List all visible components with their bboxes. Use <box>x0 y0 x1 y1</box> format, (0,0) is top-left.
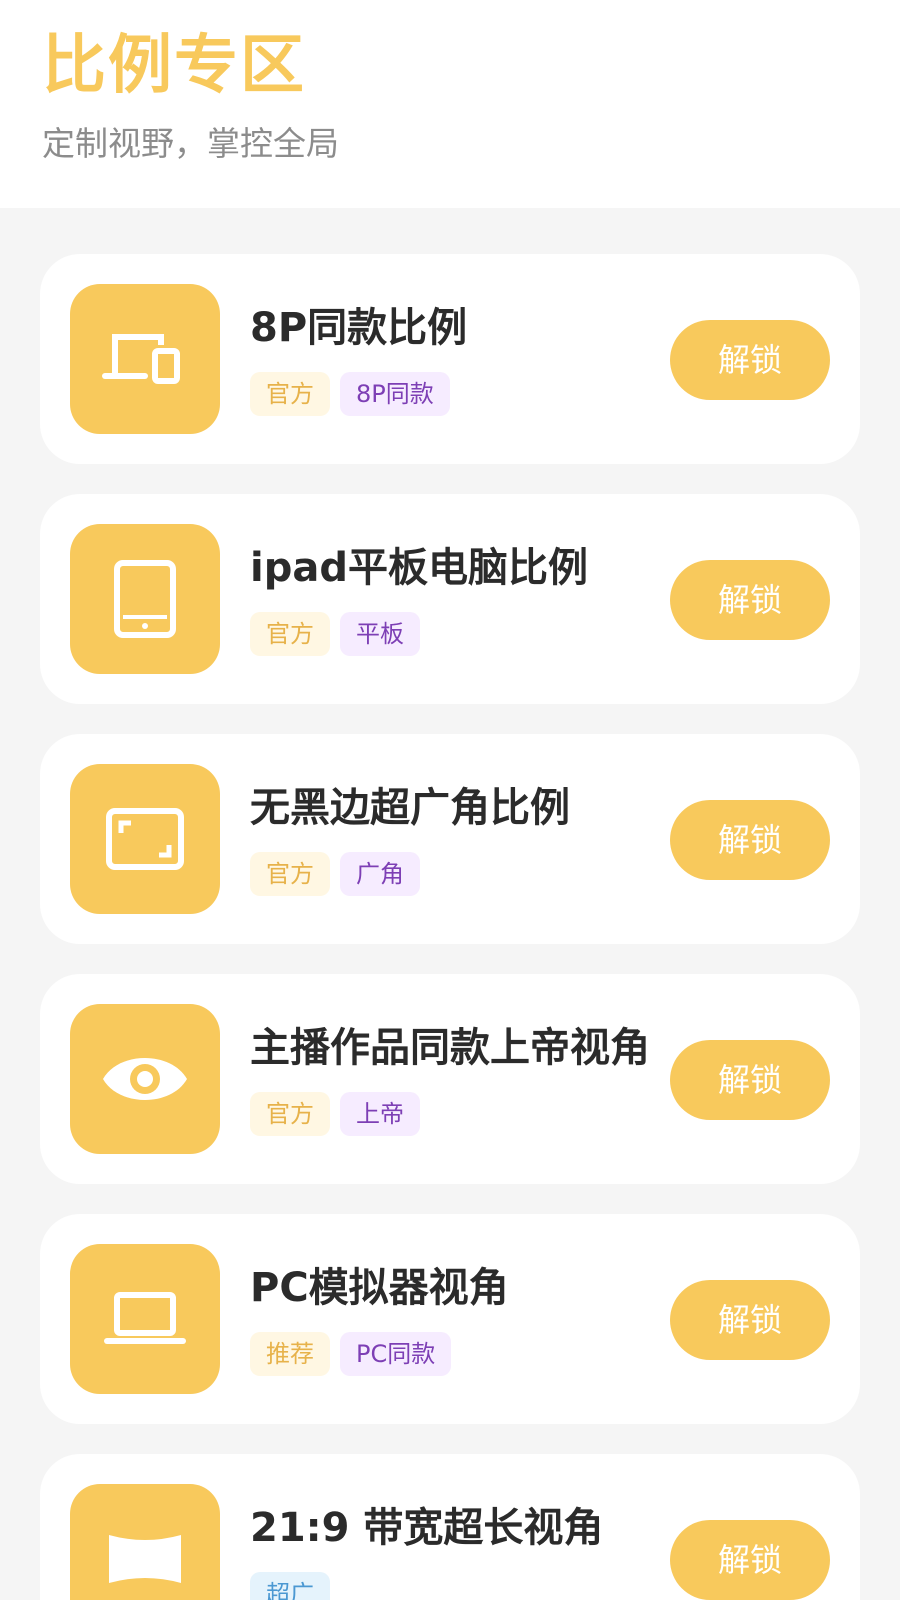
tag-category: PC同款 <box>340 1332 452 1376</box>
tag-category: 上帝 <box>340 1092 420 1136</box>
ratio-card: 21:9 带宽超长视角 超广 解锁 <box>40 1454 860 1600</box>
ratio-card: 主播作品同款上帝视角 官方 上帝 解锁 <box>40 974 860 1184</box>
ultrawide-icon <box>70 1484 220 1600</box>
card-title: 主播作品同款上帝视角 <box>250 1025 650 1071</box>
tag-official: 官方 <box>250 852 330 896</box>
page-title: 比例专区 <box>42 29 306 103</box>
ratio-card: 无黑边超广角比例 官方 广角 解锁 <box>40 734 860 944</box>
tag-list: 超广 <box>250 1572 330 1600</box>
eye-icon <box>70 1004 220 1154</box>
page-header: 比例专区 定制视野，掌控全局 <box>0 0 900 208</box>
devices-icon <box>70 284 220 434</box>
card-title: 21:9 带宽超长视角 <box>250 1505 604 1551</box>
ratio-card: ipad平板电脑比例 官方 平板 解锁 <box>40 494 860 704</box>
card-title: PC模拟器视角 <box>250 1265 509 1311</box>
unlock-button[interactable]: 解锁 <box>670 1520 830 1600</box>
ratio-list[interactable]: 8P同款比例 官方 8P同款 解锁 ipad平板电脑比例 官方 平板 解锁 无黑… <box>0 208 900 1600</box>
tag-official: 官方 <box>250 372 330 416</box>
tag-list: 官方 上帝 <box>250 1092 420 1136</box>
tablet-icon <box>70 524 220 674</box>
laptop-icon <box>70 1244 220 1394</box>
card-title: 无黑边超广角比例 <box>250 785 570 831</box>
tag-category: 8P同款 <box>340 372 450 416</box>
ratio-card: 8P同款比例 官方 8P同款 解锁 <box>40 254 860 464</box>
tag-list: 官方 广角 <box>250 852 420 896</box>
unlock-button[interactable]: 解锁 <box>670 1280 830 1360</box>
fullscreen-frame-icon <box>70 764 220 914</box>
unlock-button[interactable]: 解锁 <box>670 560 830 640</box>
tag-category: 平板 <box>340 612 420 656</box>
tag-list: 官方 8P同款 <box>250 372 450 416</box>
page-subtitle: 定制视野，掌控全局 <box>42 124 339 163</box>
unlock-button[interactable]: 解锁 <box>670 800 830 880</box>
tag-list: 推荐 PC同款 <box>250 1332 452 1376</box>
ratio-card: PC模拟器视角 推荐 PC同款 解锁 <box>40 1214 860 1424</box>
tag-category: 超广 <box>250 1572 330 1600</box>
unlock-button[interactable]: 解锁 <box>670 1040 830 1120</box>
card-title: 8P同款比例 <box>250 305 468 351</box>
tag-recommend: 推荐 <box>250 1332 330 1376</box>
tag-official: 官方 <box>250 1092 330 1136</box>
unlock-button[interactable]: 解锁 <box>670 320 830 400</box>
tag-category: 广角 <box>340 852 420 896</box>
tag-official: 官方 <box>250 612 330 656</box>
tag-list: 官方 平板 <box>250 612 420 656</box>
card-title: ipad平板电脑比例 <box>250 545 588 591</box>
